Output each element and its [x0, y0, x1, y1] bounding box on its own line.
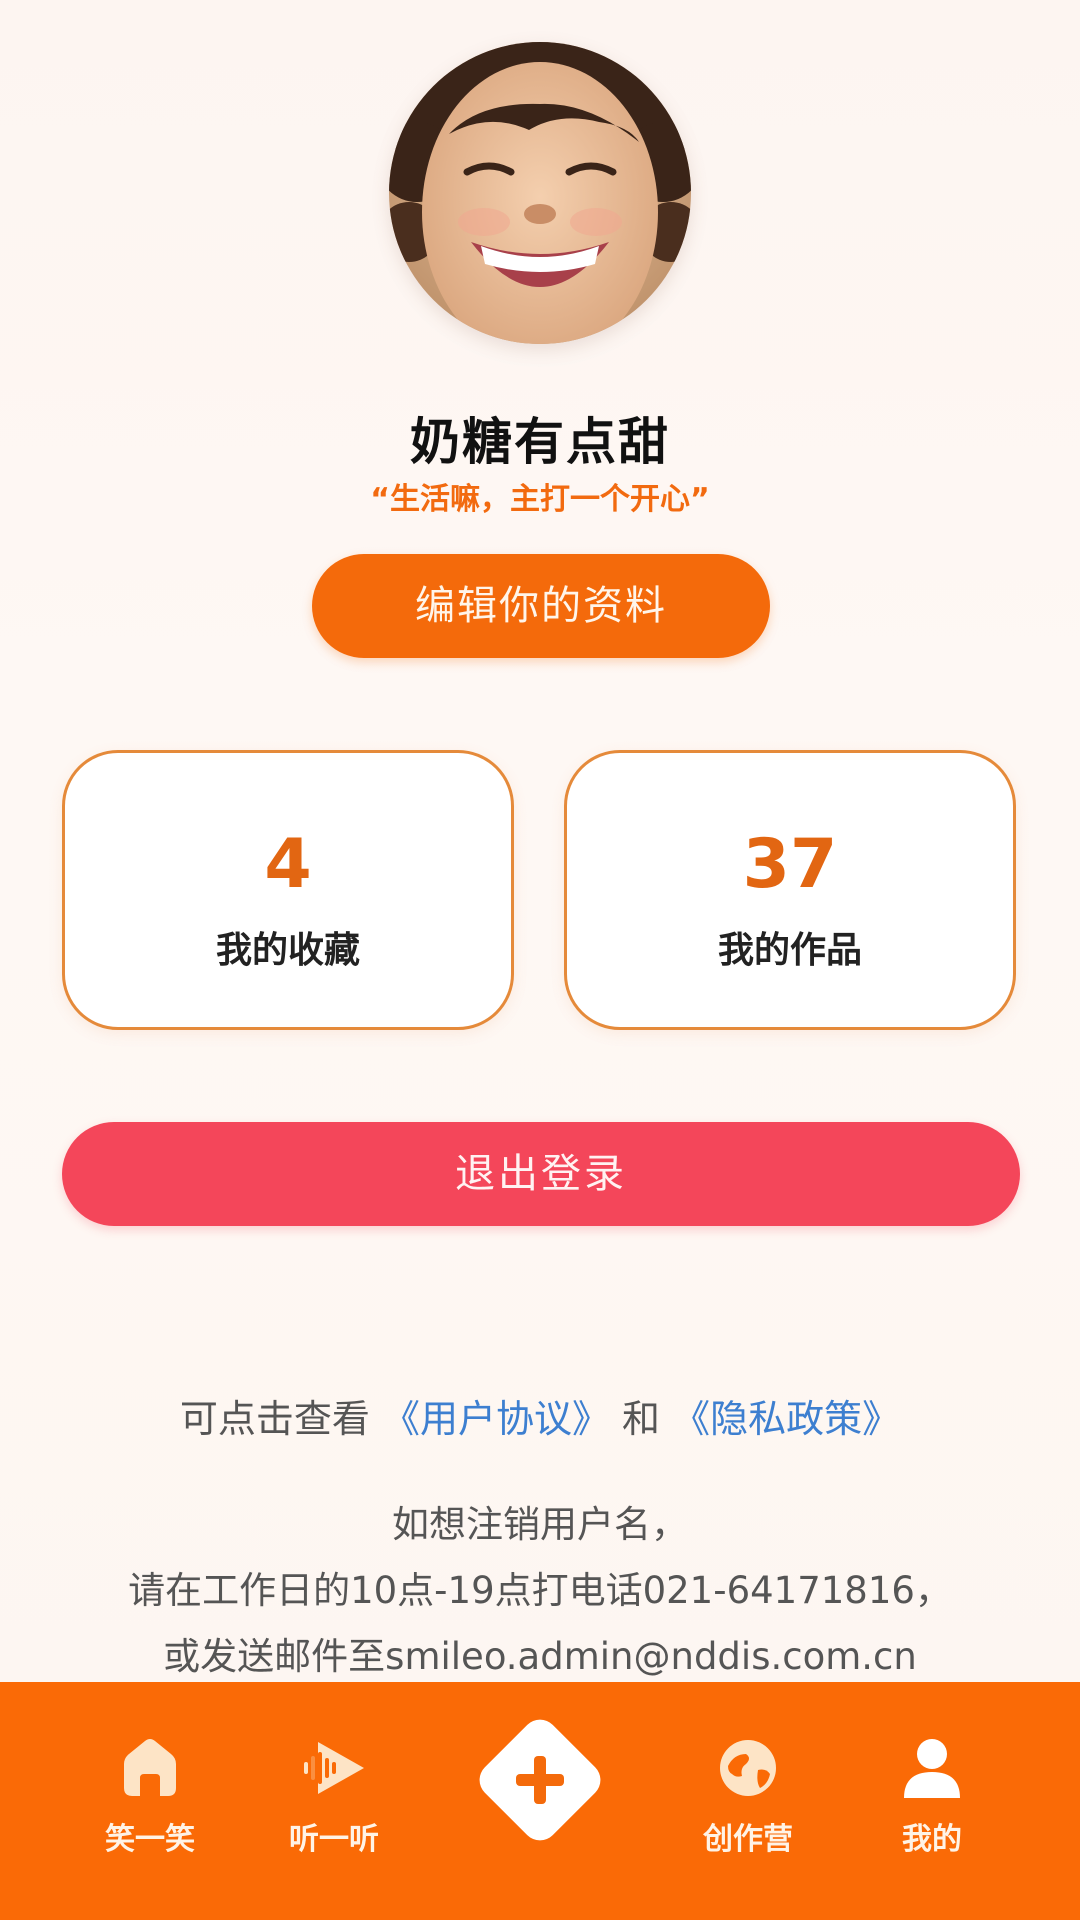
tab-mine-label: 我的 [902, 1822, 962, 1857]
motto: “生活嘛，主打一个开心” [370, 482, 710, 517]
home-icon [124, 1739, 176, 1796]
globe-icon [720, 1740, 776, 1796]
logout-button[interactable]: 退出登录 [62, 1122, 1020, 1226]
person-icon [904, 1739, 960, 1798]
avatar-photo [389, 42, 691, 344]
works-label: 我的作品 [717, 930, 862, 971]
tab-camp[interactable]: 创作营 [668, 1732, 828, 1872]
tab-home-label: 笑一笑 [105, 1822, 195, 1857]
user-agreement-link[interactable]: 《用户协议》 [382, 1397, 610, 1441]
agreement-and: 和 [609, 1397, 673, 1441]
avatar[interactable] [389, 42, 691, 344]
works-card[interactable]: 37 我的作品 [564, 750, 1016, 1030]
audio-play-icon [304, 1742, 364, 1794]
profile-page: 奶糖有点甜 “生活嘛，主打一个开心” 编辑你的资料 4 我的收藏 37 我的作品… [0, 0, 1080, 1920]
tab-home[interactable]: 笑一笑 [70, 1732, 230, 1872]
privacy-policy-link[interactable]: 《隐私政策》 [672, 1397, 900, 1441]
tab-listen-label: 听一听 [289, 1822, 379, 1857]
notice-line-3: 或发送邮件至smileo.admin@nddis.com.cn [163, 1635, 917, 1678]
agreement-line: 可点击查看 《用户协议》 和 《隐私政策》 [0, 1388, 1080, 1443]
tab-camp-label: 创作营 [703, 1822, 793, 1857]
favorites-label: 我的收藏 [215, 930, 360, 971]
notice-line-1: 如想注销用户名， [392, 1503, 688, 1546]
edit-profile-button[interactable]: 编辑你的资料 [312, 554, 770, 658]
account-deletion-notice: 如想注销用户名， 请在工作日的10点-19点打电话021-64171816， 或… [0, 1492, 1080, 1690]
create-button[interactable] [464, 1704, 616, 1856]
username: 奶糖有点甜 [410, 413, 670, 471]
favorites-count: 4 [264, 825, 312, 904]
tab-mine[interactable]: 我的 [852, 1732, 1012, 1872]
works-count: 37 [742, 825, 838, 904]
agreement-prefix: 可点击查看 [179, 1397, 382, 1441]
plus-diamond-icon [479, 1719, 601, 1841]
tab-listen[interactable]: 听一听 [254, 1732, 414, 1872]
notice-line-2: 请在工作日的10点-19点打电话021-64171816， [128, 1569, 952, 1612]
favorites-card[interactable]: 4 我的收藏 [62, 750, 514, 1030]
